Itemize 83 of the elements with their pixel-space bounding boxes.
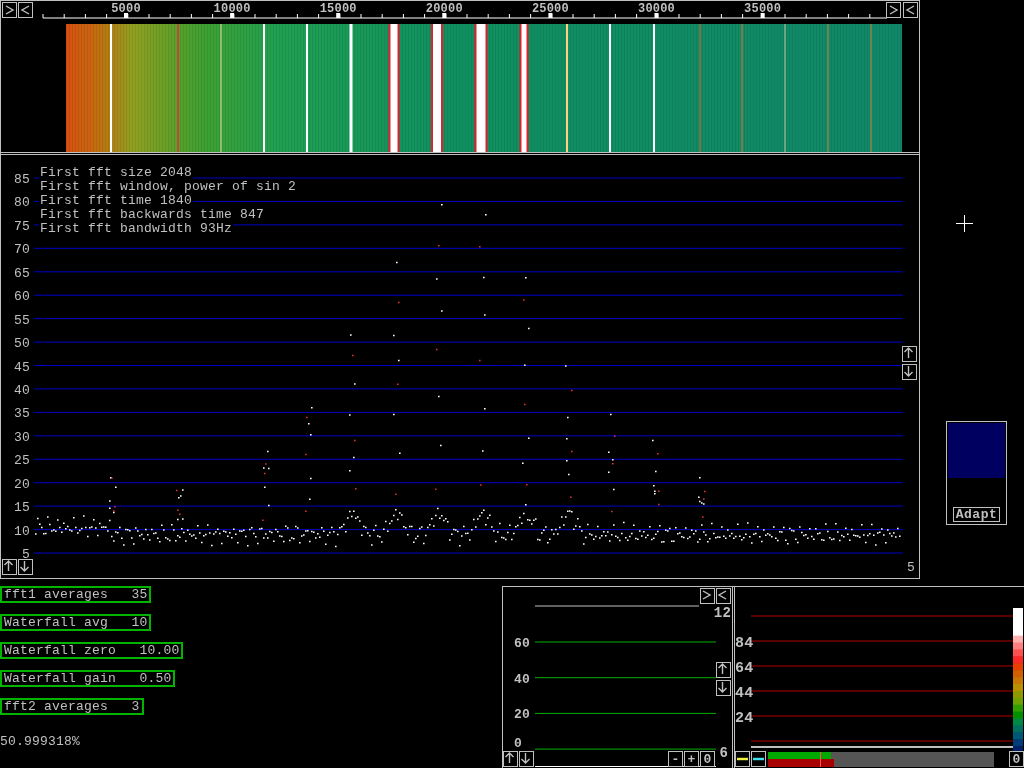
parameter-box[interactable]: Waterfall gain 0.50 bbox=[0, 670, 176, 687]
minus-button[interactable] bbox=[735, 751, 750, 767]
scale-label: 6 bbox=[719, 745, 728, 761]
down-arrow-icon bbox=[19, 560, 30, 572]
right-arrow-button[interactable] bbox=[886, 2, 901, 18]
axis-label: 24 bbox=[735, 710, 754, 727]
adapt-button[interactable]: Adapt bbox=[952, 507, 1001, 522]
axis-label: 55 bbox=[14, 312, 30, 328]
axis-label: 25 bbox=[14, 453, 30, 469]
axis-label: 64 bbox=[735, 660, 754, 677]
small-button[interactable]: - bbox=[668, 751, 683, 767]
parameter-label: fft2 averages bbox=[4, 699, 109, 714]
up-arrow-icon bbox=[903, 347, 914, 359]
left-arrow-button[interactable] bbox=[716, 588, 731, 604]
axis-label: 44 bbox=[735, 685, 754, 702]
up-arrow-button[interactable] bbox=[716, 662, 731, 678]
axis-label: 0 bbox=[514, 736, 522, 751]
frequency-label: 15000 bbox=[319, 2, 357, 16]
frequency-label: 25000 bbox=[531, 2, 569, 16]
info-text: First fft size 2048 bbox=[39, 166, 194, 180]
right-arrow-button[interactable] bbox=[700, 588, 715, 604]
axis-label: 85 bbox=[14, 172, 30, 187]
axis-label: 84 bbox=[735, 635, 754, 652]
parameter-value: 0.50 bbox=[139, 671, 172, 686]
frequency-label: 35000 bbox=[744, 2, 782, 16]
info-text: First fft window, power of sin 2 bbox=[39, 180, 298, 194]
parameter-value: 10 bbox=[131, 615, 148, 630]
down-arrow-button[interactable] bbox=[716, 680, 731, 696]
down-arrow-button[interactable] bbox=[18, 559, 33, 575]
scale-label: 5 bbox=[907, 560, 915, 575]
axis-label: 45 bbox=[14, 359, 30, 375]
up-arrow-button[interactable] bbox=[2, 559, 17, 575]
axis-label: 20 bbox=[514, 707, 530, 723]
axis-label: 35 bbox=[14, 406, 30, 422]
parameter-box[interactable]: Waterfall avg 10 bbox=[0, 614, 152, 631]
frequency-label: 30000 bbox=[638, 2, 675, 16]
up-arrow-button[interactable] bbox=[503, 751, 518, 767]
axis-label: 40 bbox=[514, 671, 530, 687]
left-arrow-button[interactable] bbox=[903, 2, 918, 18]
down-arrow-icon bbox=[717, 681, 728, 693]
parameter-label: Waterfall zero bbox=[4, 643, 117, 658]
axis-label: 50 bbox=[14, 336, 30, 352]
axis-label: 75 bbox=[14, 218, 30, 234]
axis-label: 70 bbox=[14, 242, 30, 258]
down-arrow-button[interactable] bbox=[902, 364, 917, 380]
parameter-label: fft1 averages bbox=[4, 587, 109, 602]
axis-label: 15 bbox=[14, 500, 30, 516]
left-arrow-button[interactable] bbox=[18, 2, 33, 18]
scale-label: 12 bbox=[713, 605, 731, 621]
parameter-label: Waterfall avg bbox=[4, 615, 109, 630]
frequency-label: 5000 bbox=[111, 2, 141, 16]
axis-label: 40 bbox=[14, 382, 30, 398]
down-arrow-button[interactable] bbox=[519, 751, 534, 767]
crosshair-icon bbox=[956, 215, 973, 232]
up-arrow-icon bbox=[3, 560, 14, 572]
small-button[interactable]: 0 bbox=[700, 751, 715, 767]
small-button[interactable]: + bbox=[684, 751, 699, 767]
axis-label: 60 bbox=[14, 289, 30, 305]
status-text: 50.999318% bbox=[0, 734, 81, 749]
axis-label: 65 bbox=[14, 265, 30, 281]
axis-label: 20 bbox=[14, 476, 30, 492]
down-arrow-icon bbox=[520, 752, 531, 764]
axis-label: 30 bbox=[14, 429, 30, 445]
down-arrow-icon bbox=[903, 365, 914, 377]
small-button[interactable]: 0 bbox=[1009, 751, 1024, 767]
parameter-box[interactable]: fft2 averages 3 bbox=[0, 698, 144, 715]
minus-button[interactable] bbox=[751, 751, 766, 767]
axis-label: 60 bbox=[514, 636, 530, 651]
frequency-label: 10000 bbox=[213, 2, 251, 16]
right-arrow-button[interactable] bbox=[2, 2, 17, 18]
parameter-label: Waterfall gain bbox=[4, 671, 117, 686]
parameter-box[interactable]: Waterfall zero 10.00 bbox=[0, 642, 184, 659]
parameter-value: 35 bbox=[131, 587, 148, 602]
frequency-label: 20000 bbox=[425, 2, 463, 16]
up-arrow-icon bbox=[504, 752, 515, 764]
up-arrow-icon bbox=[717, 663, 728, 675]
axis-label: 80 bbox=[14, 195, 30, 211]
parameter-value: 10.00 bbox=[139, 643, 180, 658]
up-arrow-button[interactable] bbox=[902, 346, 917, 362]
parameter-value: 3 bbox=[131, 699, 140, 714]
axis-label: 5 bbox=[22, 547, 30, 562]
axis-label: 10 bbox=[14, 523, 30, 539]
parameter-box[interactable]: fft1 averages 35 bbox=[0, 586, 152, 603]
